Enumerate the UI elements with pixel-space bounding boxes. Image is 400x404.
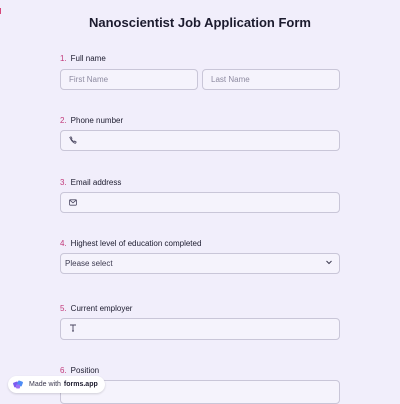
corner-mark: [0, 8, 1, 14]
last-name-input[interactable]: Last Name: [202, 69, 340, 90]
email-input[interactable]: [60, 192, 340, 213]
first-name-placeholder: First Name: [69, 75, 109, 84]
question-5-label: 5. Current employer: [60, 304, 132, 313]
last-name-placeholder: Last Name: [211, 75, 250, 84]
first-name-input[interactable]: First Name: [60, 69, 198, 90]
question-text: Phone number: [70, 116, 124, 125]
question-text: Current employer: [70, 304, 133, 313]
question-number: 4.: [60, 239, 67, 248]
question-text: Position: [70, 366, 100, 375]
chevron-down-icon: [326, 260, 332, 265]
question-text: Highest level of education completed: [70, 239, 202, 248]
question-4-label: 4. Highest level of education completed: [60, 239, 201, 248]
form-title: Nanoscientist Job Application Form: [89, 15, 311, 30]
question-number: 2.: [60, 116, 67, 125]
question-text: Email address: [70, 178, 122, 187]
phone-icon: [69, 135, 81, 146]
question-1-label: 1. Full name: [60, 54, 106, 63]
education-select[interactable]: Please select: [60, 253, 340, 274]
question-number: 3.: [60, 178, 67, 187]
mail-icon: [69, 198, 81, 208]
question-number: 6.: [60, 366, 67, 375]
badge-brand: forms.app: [63, 381, 98, 388]
forms-app-logo-icon: [13, 380, 23, 389]
phone-input[interactable]: [60, 130, 340, 151]
education-select-value: Please select: [65, 259, 113, 268]
text-icon: [69, 324, 81, 334]
question-2-label: 2. Phone number: [60, 116, 123, 125]
current-employer-input[interactable]: [60, 318, 340, 340]
made-with-badge[interactable]: Made with forms.app: [8, 376, 105, 393]
question-number: 1.: [60, 54, 67, 63]
question-text: Full name: [70, 54, 106, 63]
badge-prefix: Made with: [29, 381, 61, 388]
question-6-label: 6. Position: [60, 366, 99, 375]
question-number: 5.: [60, 304, 67, 313]
question-3-label: 3. Email address: [60, 178, 121, 187]
